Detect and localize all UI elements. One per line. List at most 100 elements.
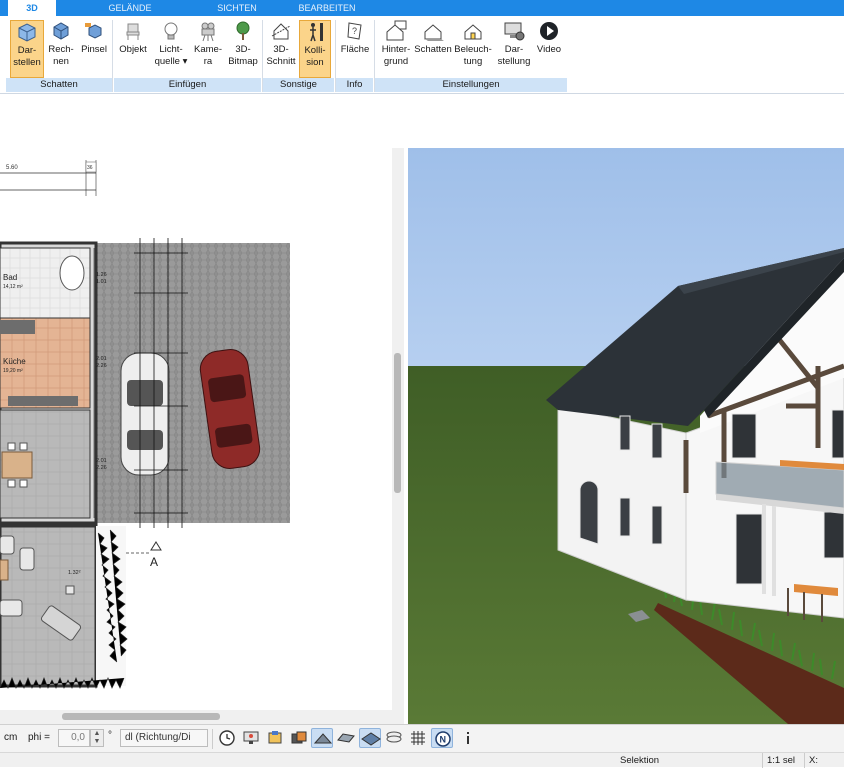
video-button[interactable]: Video bbox=[534, 20, 564, 78]
kamera-label-1: Kame- bbox=[194, 44, 222, 55]
darstellung-label-1: Dar- bbox=[504, 44, 524, 55]
direction-select[interactable]: dl (Richtung/Di bbox=[120, 729, 208, 747]
flaeche-label-1: Fläche bbox=[340, 44, 370, 55]
group-label-info: Info bbox=[336, 78, 373, 92]
palette-icon[interactable] bbox=[264, 728, 286, 748]
status-x-label: X: bbox=[809, 755, 818, 766]
status-bar: Selektion 1:1 sel X: bbox=[0, 752, 844, 768]
kollision-button[interactable]: Kolli- sion bbox=[299, 20, 331, 78]
dim-top-right-label: 36 bbox=[87, 165, 93, 171]
north-icon[interactable]: N bbox=[431, 728, 453, 748]
floor-plan-canvas[interactable]: 5.60 36 Bad 14,12 m² Küche 19,20 m² 1.26… bbox=[0, 148, 392, 710]
3d-render-canvas[interactable] bbox=[408, 148, 844, 724]
bottom-toolbar: cm phi = 0,0 ▲ ▼ ° dl (Richtung/Di N bbox=[0, 724, 844, 752]
flaeche-button[interactable]: ? Fläche bbox=[338, 20, 372, 78]
house-bg-icon bbox=[386, 20, 407, 41]
lichtquelle-button[interactable]: Licht- quelle ▾ bbox=[152, 20, 190, 78]
plan-horizontal-scrollbar[interactable] bbox=[0, 710, 404, 724]
bitmap3d-label-2: Bitmap bbox=[228, 56, 258, 67]
grid-icon[interactable] bbox=[407, 728, 429, 748]
hintergrund-button[interactable]: Hinter- grund bbox=[378, 20, 414, 78]
stack-icon[interactable] bbox=[383, 728, 405, 748]
video-label-1: Video bbox=[536, 44, 562, 55]
clock-icon[interactable] bbox=[216, 728, 238, 748]
tab-gelaende[interactable]: GELÄNDE bbox=[100, 0, 160, 16]
floor-view-icon[interactable] bbox=[359, 728, 381, 748]
darstellen-button[interactable]: Dar- stellen bbox=[10, 20, 44, 78]
status-scale: 1:1 sel bbox=[767, 755, 795, 766]
rechnen-button[interactable]: Rech- nen bbox=[46, 20, 76, 78]
svg-text:1.26: 1.26 bbox=[96, 272, 107, 278]
play-icon bbox=[540, 22, 558, 40]
roof-view-icon[interactable] bbox=[311, 728, 333, 748]
plan-vertical-scrollbar[interactable] bbox=[392, 148, 404, 710]
house-shadow-icon bbox=[424, 24, 444, 41]
svg-text:2.26: 2.26 bbox=[96, 363, 107, 369]
darstellung-button[interactable]: Dar- stellung bbox=[495, 20, 533, 78]
cube-calc-icon bbox=[53, 22, 69, 40]
room-kueche-area: 19,20 m² bbox=[3, 368, 23, 374]
schatten-button[interactable]: Schatten bbox=[414, 20, 452, 78]
cube-display-icon bbox=[18, 23, 36, 42]
tab-bearbeiten[interactable]: BEARBEITEN bbox=[292, 0, 362, 16]
cut-house-icon bbox=[271, 23, 291, 40]
house-light-icon bbox=[464, 24, 482, 40]
schnitt3d-button[interactable]: 3D- Schnitt bbox=[265, 20, 297, 78]
svg-text:1.01: 1.01 bbox=[96, 279, 107, 285]
phi-label: phi = bbox=[28, 732, 50, 743]
area-icon: ? bbox=[347, 22, 362, 40]
rechnen-label-2: nen bbox=[53, 56, 69, 67]
darstellen-label-1: Dar- bbox=[17, 45, 37, 56]
phi-spinner[interactable]: ▲ ▼ bbox=[90, 729, 104, 747]
group-separator bbox=[112, 20, 113, 92]
svg-text:N: N bbox=[440, 735, 447, 745]
beleuchtung-label-1: Beleuch- bbox=[454, 44, 492, 55]
tree-icon bbox=[236, 21, 250, 40]
kitchen-counter bbox=[0, 320, 35, 334]
scrollbar-thumb[interactable] bbox=[62, 713, 220, 720]
monitor-settings-icon bbox=[504, 22, 525, 41]
kamera-label-2: ra bbox=[203, 56, 213, 67]
car-white[interactable] bbox=[120, 352, 170, 476]
scrollbar-thumb[interactable] bbox=[394, 353, 401, 493]
objekt-button[interactable]: Objekt bbox=[116, 20, 150, 78]
kamera-button[interactable]: Kame- ra bbox=[192, 20, 224, 78]
rechnen-label-1: Rech- bbox=[48, 44, 74, 55]
tab-3d[interactable]: 3D bbox=[8, 0, 56, 16]
hintergrund-label-1: Hinter- bbox=[381, 44, 411, 55]
lichtquelle-label-1: Licht- bbox=[159, 44, 183, 55]
section-marker-label: A bbox=[150, 555, 158, 569]
room-kueche-name: Küche bbox=[3, 357, 26, 366]
dining-table bbox=[1, 451, 33, 479]
schnitt3d-label-2: Schnitt bbox=[266, 56, 296, 67]
kollision-label-1: Kolli- bbox=[304, 45, 326, 56]
group-label-einfuegen: Einfügen bbox=[114, 78, 261, 92]
main-tab-bar: 3D GELÄNDE SICHTEN BEARBEITEN bbox=[0, 0, 844, 16]
degree-label: ° bbox=[108, 730, 112, 741]
group-label-einstellungen: Einstellungen bbox=[375, 78, 567, 92]
more-options-icon[interactable] bbox=[457, 728, 479, 748]
group-label-schatten: Schatten bbox=[6, 78, 112, 92]
section-marker-a[interactable]: A bbox=[126, 541, 162, 569]
pinsel-button[interactable]: Pinsel bbox=[78, 20, 110, 78]
phi-input[interactable]: 0,0 bbox=[58, 729, 90, 747]
room-bad-area: 14,12 m² bbox=[3, 284, 23, 290]
floor-plan-view[interactable]: 5.60 36 Bad 14,12 m² Küche 19,20 m² 1.26… bbox=[0, 148, 392, 710]
bitmap3d-label-1: 3D- bbox=[235, 44, 251, 55]
bathtub bbox=[59, 255, 85, 291]
texture-icon[interactable] bbox=[335, 728, 357, 748]
svg-text:1.32²: 1.32² bbox=[68, 570, 81, 576]
tab-sichten[interactable]: SICHTEN bbox=[208, 0, 266, 16]
beleuchtung-button[interactable]: Beleuch- tung bbox=[453, 20, 493, 78]
lichtquelle-label-2[interactable]: quelle ▾ bbox=[152, 56, 190, 68]
monitor-icon[interactable] bbox=[240, 728, 262, 748]
3d-view[interactable] bbox=[408, 148, 844, 724]
bitmap3d-button[interactable]: 3D- Bitmap bbox=[226, 20, 260, 78]
camera-icon bbox=[201, 22, 215, 42]
darstellen-label-2: stellen bbox=[13, 57, 41, 68]
schnitt3d-label-1: 3D- bbox=[273, 44, 289, 55]
schatten-label-1: Schatten bbox=[414, 44, 452, 55]
pinsel-label-1: Pinsel bbox=[81, 44, 107, 55]
layer-icon[interactable] bbox=[288, 728, 310, 748]
chair-icon bbox=[126, 23, 140, 40]
